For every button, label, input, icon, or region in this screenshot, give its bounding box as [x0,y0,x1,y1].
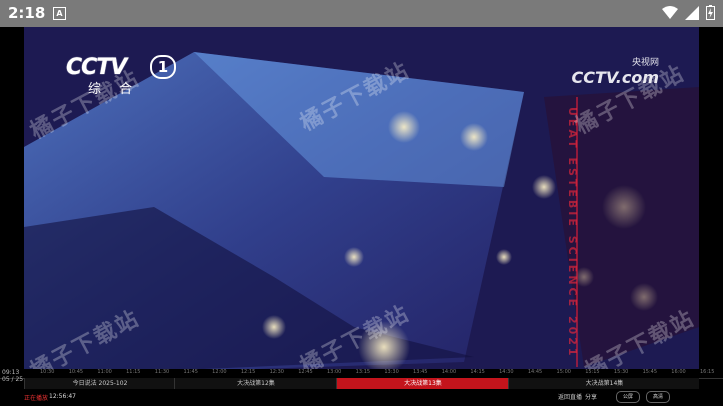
program-item[interactable]: 大决战第14集 [508,378,700,389]
timeline-date-day: 05 / 25 [2,376,24,383]
signal-icon [685,5,699,20]
timeline-tick: 12:15 [240,369,256,375]
timeline-tick: 14:15 [470,369,485,375]
battery-charging-icon [706,5,715,20]
timeline-tick: 13:00 [326,369,342,375]
now-playing-label: 正在播放 [24,395,49,402]
timeline-tick: 16:00 [671,369,686,375]
timeline-tick: 12:30 [269,369,284,375]
timeline-tick: 14:00 [441,369,457,375]
timeline-tick: 14:30 [499,369,514,375]
timeline-tick: 13:15 [355,369,371,375]
share-button[interactable]: 分享 [585,392,597,401]
timeline-tick: 10:30 [40,369,55,375]
cctv-com-top: 央视网 [631,58,659,68]
wifi-icon [662,5,678,19]
quality-button[interactable]: 高清 [646,391,671,403]
timeline-tick: 13:30 [384,369,399,375]
timeline-tick: 11:00 [97,369,112,375]
status-time: 2:18 [8,4,46,22]
timeline-tick: 16:15 [700,369,715,375]
timeline-tick: 15:00 [556,369,571,375]
timeline-tick: 10:45 [68,369,84,375]
timeline-tick: 14:45 [527,369,543,375]
player-controls: 正在播放 12:56:47 返回直播 分享 公屏 高清 [0,391,723,406]
timeline-tick: 13:45 [413,369,428,375]
timeline-tick: 11:30 [154,369,170,375]
program-item[interactable]: 大决战第12集 [174,378,337,389]
timeline-tick: 15:15 [585,369,600,375]
back-to-live-button[interactable]: 返回直播 [558,392,582,401]
danmaku-toggle[interactable]: 公屏 [616,391,641,403]
program-bar[interactable]: 今日说法 2025-102 大决战第12集 大决战第13集 大决战第14集 [24,378,699,389]
now-playing-time: 12:56:47 [49,393,76,400]
timeline-tick: 15:45 [642,369,658,375]
timeline-tick: 11:15 [126,369,141,375]
timeline-date-time: 09:13 [2,369,20,376]
timeline-tick: 15:30 [613,369,629,375]
red-vertical-text: UEAT ESTEBIE SCIENCE 2021 [566,107,579,359]
program-timeline[interactable]: 09:13 05 / 25 10:30 10:45 11:00 11:15 11:30 1… [0,369,723,406]
video-frame[interactable]: CCTV 1 综 合 央视网 CCTV.com UEAT ESTEBIE SCI… [24,27,699,377]
timeline-tick: 12:45 [298,369,313,375]
notification-a-icon: A [53,7,66,20]
video-player[interactable]: CCTV 1 综 合 央视网 CCTV.com UEAT ESTEBIE SCI… [0,27,723,406]
program-item-active[interactable]: 大决战第13集 [336,378,509,389]
channel-number: 1 [150,55,176,79]
program-item[interactable]: 今日说法 2025-102 [24,378,175,389]
timeline-tick: 12:00 [212,369,227,375]
timeline-date: 09:13 05 / 25 [2,369,23,383]
status-bar: 2:18 A [0,0,723,27]
timeline-tick: 11:45 [183,369,198,375]
